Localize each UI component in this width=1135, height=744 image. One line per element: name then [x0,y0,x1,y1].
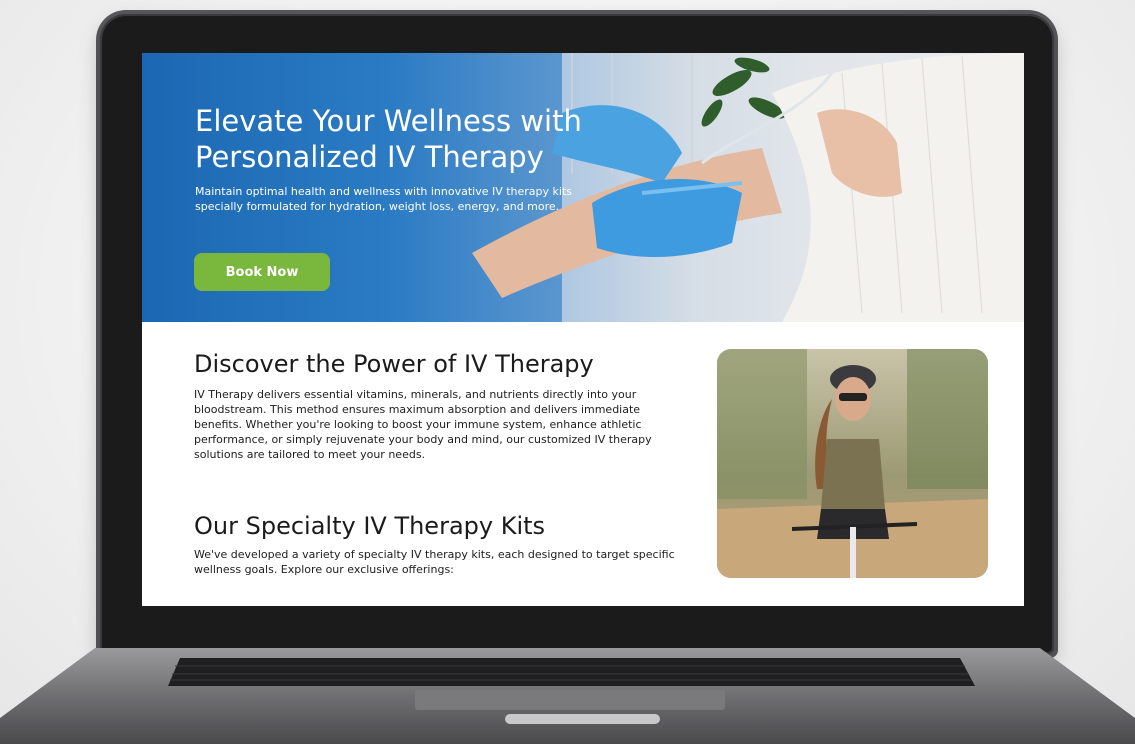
cycling-photo-image [717,349,988,578]
discover-heading: Discover the Power of IV Therapy [194,350,594,378]
website-viewport: Elevate Your Wellness with Personalized … [142,53,1024,606]
book-now-button[interactable]: Book Now [194,253,330,291]
laptop-base [0,648,1135,744]
hero-subtitle: Maintain optimal health and wellness wit… [195,185,573,213]
kits-body: We've developed a variety of specialty I… [194,548,675,576]
keyboard [168,658,975,686]
trackpad [415,690,725,710]
kits-heading: Our Specialty IV Therapy Kits [194,512,546,540]
woman-cycling-photo [717,349,988,578]
hero-title: Elevate Your Wellness with Personalized … [195,104,582,174]
discover-body: IV Therapy delivers essential vitamins, … [194,388,652,461]
hero-banner: Elevate Your Wellness with Personalized … [142,53,1024,322]
hinge-notch [505,714,660,724]
